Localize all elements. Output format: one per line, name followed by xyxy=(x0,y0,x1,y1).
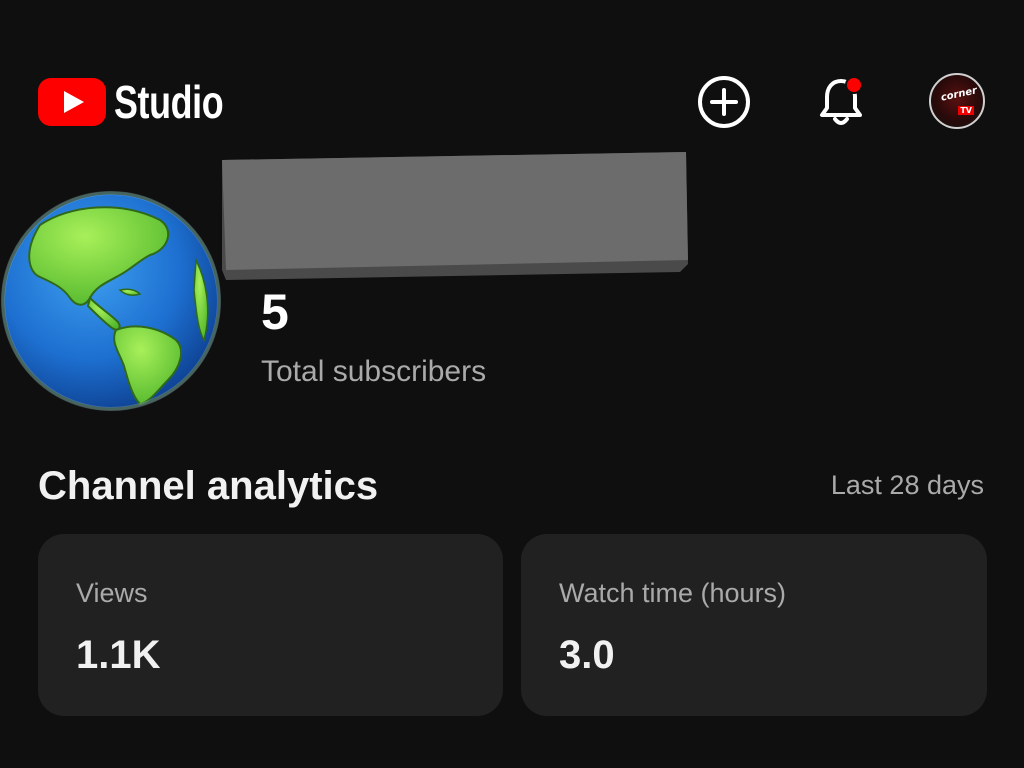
create-button[interactable] xyxy=(695,73,753,131)
plus-circle-icon xyxy=(698,76,750,128)
youtube-play-logo-icon xyxy=(38,78,106,126)
views-value: 1.1K xyxy=(76,633,161,677)
app-title: Studio xyxy=(114,76,224,128)
bell-icon xyxy=(820,76,863,125)
subscriber-count: 5 xyxy=(261,284,289,340)
account-button[interactable]: corner TV xyxy=(928,72,986,130)
notification-dot xyxy=(845,76,863,94)
youtube-studio-logo[interactable]: Studio xyxy=(38,74,254,130)
watch-time-label: Watch time (hours) xyxy=(559,578,787,608)
avatar: corner TV xyxy=(929,73,985,129)
date-range-label[interactable]: Last 28 days xyxy=(831,468,984,502)
avatar-logo-image: corner xyxy=(939,85,979,104)
channel-avatar-globe-icon[interactable] xyxy=(0,190,222,412)
watch-time-card[interactable]: Watch time (hours) 3.0 xyxy=(521,534,987,716)
views-label: Views xyxy=(76,578,148,608)
channel-analytics-heading: Channel analytics xyxy=(38,464,379,508)
notifications-button[interactable] xyxy=(813,72,871,132)
avatar-logo-tv: TV xyxy=(958,106,974,115)
watch-time-value: 3.0 xyxy=(559,633,615,677)
channel-name-redaction-block xyxy=(222,152,688,280)
views-card[interactable]: Views 1.1K xyxy=(38,534,503,716)
subscriber-label: Total subscribers xyxy=(261,355,487,388)
